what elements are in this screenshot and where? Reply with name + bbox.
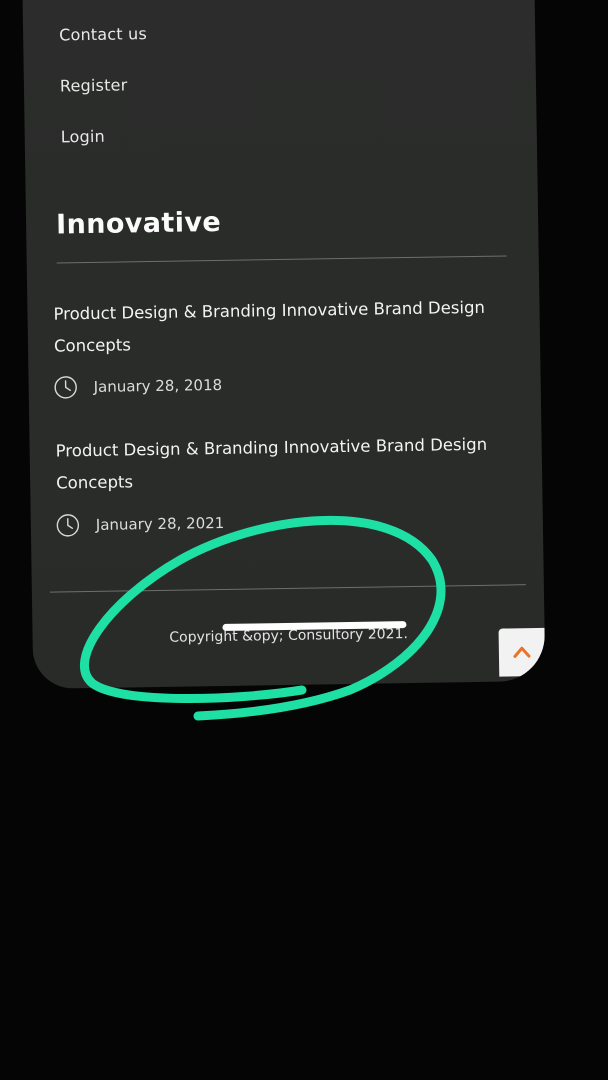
footer-link-login[interactable]: Login: [61, 127, 105, 147]
post-date-text-1: January 28, 2018: [93, 375, 223, 396]
footer-divider: [49, 584, 526, 593]
footer-link-contact-us[interactable]: Contact us: [59, 24, 147, 44]
innovative-heading: Innovative: [55, 206, 222, 241]
clock-icon: [56, 514, 80, 537]
heading-divider: [56, 255, 507, 264]
post-date-1: January 28, 2018: [53, 373, 222, 400]
post-date-text-2: January 28, 2021: [95, 513, 225, 534]
phone-screen: Contact us Register Login Innovative Pro…: [22, 0, 546, 689]
footer-link-register[interactable]: Register: [60, 75, 128, 95]
clock-icon: [54, 376, 77, 399]
arrow-up-icon: [513, 646, 531, 658]
scroll-to-top-button[interactable]: [498, 627, 546, 677]
post-title-1[interactable]: Product Design & Branding Innovative Bra…: [53, 292, 494, 363]
post-date-2: January 28, 2021: [56, 511, 225, 538]
post-title-2[interactable]: Product Design & Branding Innovative Bra…: [55, 429, 496, 500]
